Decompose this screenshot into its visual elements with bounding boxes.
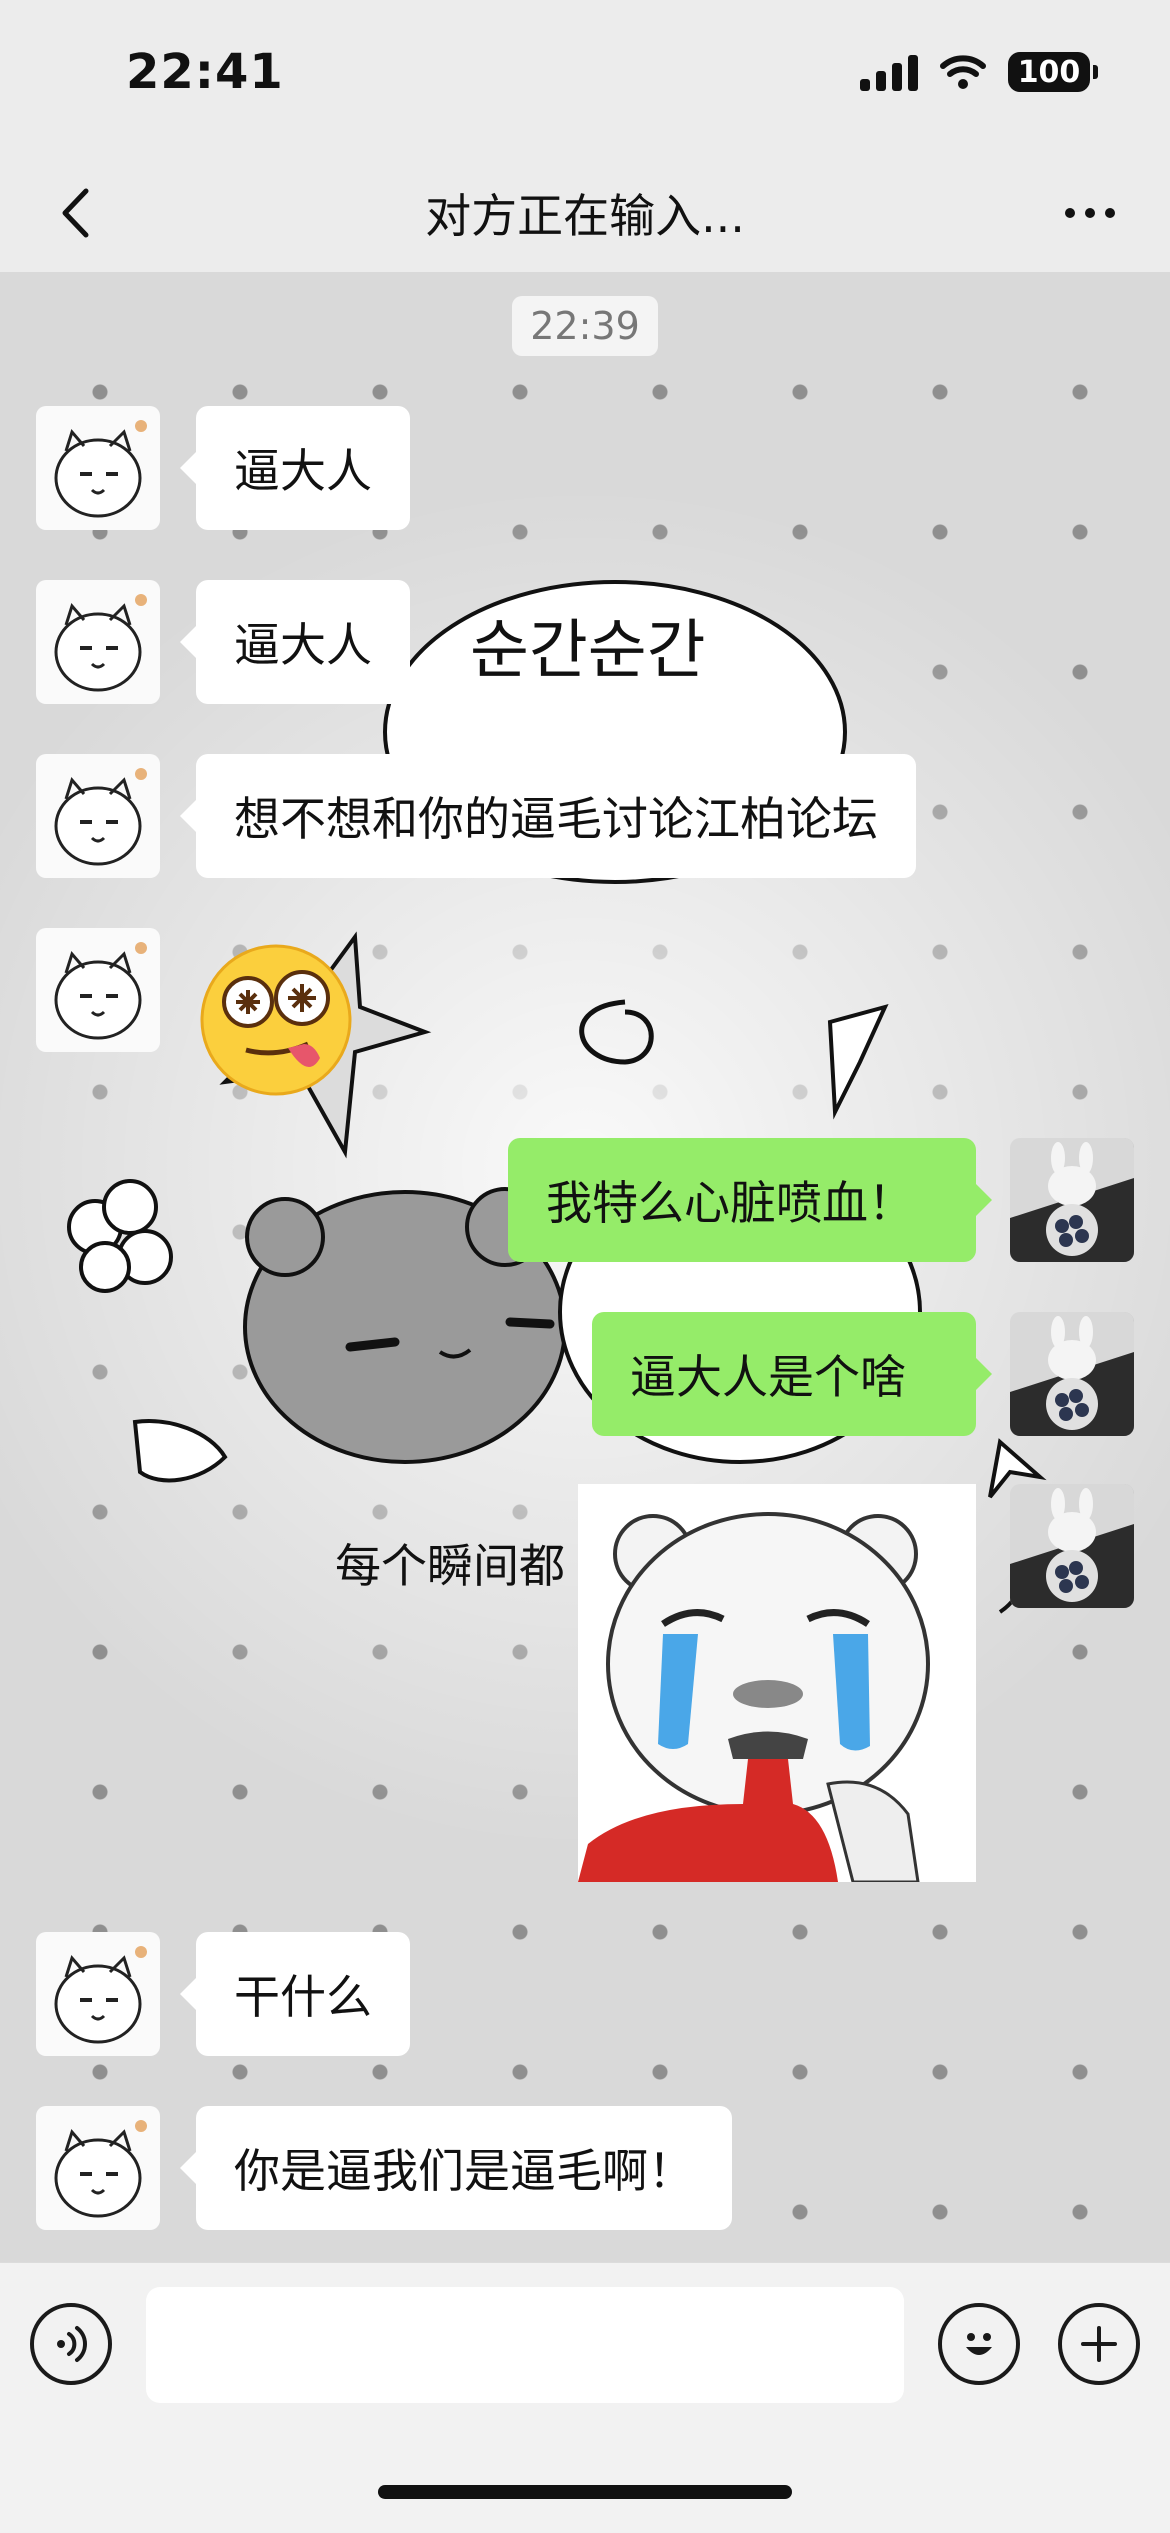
contact-avatar[interactable] bbox=[36, 1932, 160, 2056]
avatar-bunny-blueberries-icon bbox=[1010, 1138, 1134, 1262]
message-input[interactable] bbox=[146, 2287, 904, 2403]
message-timestamp: 22:39 bbox=[512, 296, 658, 356]
message-bubble-sent[interactable]: 我特么心脏喷血！ bbox=[508, 1138, 992, 1262]
battery-icon: 100 bbox=[1008, 52, 1098, 92]
battery-level: 100 bbox=[1017, 54, 1081, 90]
avatar-cat-icon bbox=[54, 768, 147, 866]
more-dot-icon bbox=[1085, 208, 1095, 218]
contact-avatar[interactable] bbox=[36, 2106, 160, 2230]
my-avatar[interactable] bbox=[1010, 1484, 1134, 1608]
message-bubble-received[interactable]: 逼大人 bbox=[180, 580, 410, 704]
status-icons: 100 bbox=[860, 52, 1098, 92]
cellular-signal-icon bbox=[860, 53, 918, 91]
contact-avatar[interactable] bbox=[36, 406, 160, 530]
message-bubble-sent[interactable]: 逼大人是个啥 bbox=[592, 1312, 992, 1436]
status-time: 22:41 bbox=[126, 44, 284, 100]
sticker-message[interactable] bbox=[578, 1484, 976, 1882]
message-bubble-received[interactable]: 干什么 bbox=[180, 1932, 410, 2056]
contact-avatar[interactable] bbox=[36, 928, 160, 1052]
input-bar bbox=[0, 2262, 1170, 2533]
avatar-cat-icon bbox=[54, 2120, 147, 2218]
emoji-message[interactable] bbox=[196, 940, 356, 1100]
avatar-bunny-blueberries-icon bbox=[1010, 1484, 1134, 1608]
wifi-icon bbox=[940, 55, 986, 89]
more-dot-icon bbox=[1105, 208, 1115, 218]
home-indicator[interactable] bbox=[378, 2485, 792, 2499]
smiley-icon bbox=[966, 2333, 992, 2355]
crying-bear-sticker-icon bbox=[578, 1484, 976, 1882]
status-bar: 22:41 100 bbox=[0, 0, 1170, 150]
message-bubble-received[interactable]: 想不想和你的逼毛讨论江柏论坛 bbox=[180, 754, 916, 878]
my-avatar[interactable] bbox=[1010, 1312, 1134, 1436]
avatar-cat-icon bbox=[54, 942, 147, 1040]
wallpaper-text-top: 순간순간 bbox=[470, 614, 706, 688]
drooling-starry-eyes-emoji-icon bbox=[200, 944, 352, 1096]
my-avatar[interactable] bbox=[1010, 1138, 1134, 1262]
message-text: 逼大人 bbox=[234, 444, 372, 498]
chat-wallpaper: 순간순간 每个瞬间都 bbox=[67, 580, 1047, 1614]
message-text: 逼大人 bbox=[234, 618, 372, 672]
message-bubble-received[interactable]: 逼大人 bbox=[180, 406, 410, 530]
contact-avatar[interactable] bbox=[36, 754, 160, 878]
voice-input-button[interactable] bbox=[30, 2303, 112, 2385]
plus-icon bbox=[1081, 2326, 1117, 2362]
chat-title: 对方正在输入... bbox=[425, 189, 745, 243]
message-bubble-received[interactable]: 你是逼我们是逼毛啊！ bbox=[180, 2106, 732, 2230]
message-text: 干什么 bbox=[234, 1970, 372, 2024]
message-text: 逼大人是个啥 bbox=[630, 1350, 906, 1404]
emoji-button[interactable] bbox=[938, 2303, 1020, 2385]
avatar-cat-icon bbox=[54, 420, 147, 518]
message-text: 想不想和你的逼毛讨论江柏论坛 bbox=[234, 792, 878, 846]
avatar-cat-icon bbox=[54, 594, 147, 692]
contact-avatar[interactable] bbox=[36, 580, 160, 704]
more-functions-button[interactable] bbox=[1058, 2303, 1140, 2385]
more-options-button[interactable] bbox=[1050, 178, 1130, 248]
chat-area[interactable]: 순간순간 每个瞬间都 22:39 逼大人 逼大人 想不想和你的逼毛讨论江柏论坛 … bbox=[0, 272, 1170, 2262]
nav-bar: 对方正在输入... bbox=[0, 150, 1170, 273]
message-text: 你是逼我们是逼毛啊！ bbox=[234, 2144, 694, 2198]
voice-icon bbox=[57, 2326, 87, 2362]
message-text: 我特么心脏喷血！ bbox=[546, 1176, 914, 1230]
wallpaper-text-bottom: 每个瞬间都 bbox=[335, 1539, 565, 1593]
avatar-bunny-blueberries-icon bbox=[1010, 1312, 1134, 1436]
more-dot-icon bbox=[1065, 208, 1075, 218]
avatar-cat-icon bbox=[54, 1946, 147, 2044]
